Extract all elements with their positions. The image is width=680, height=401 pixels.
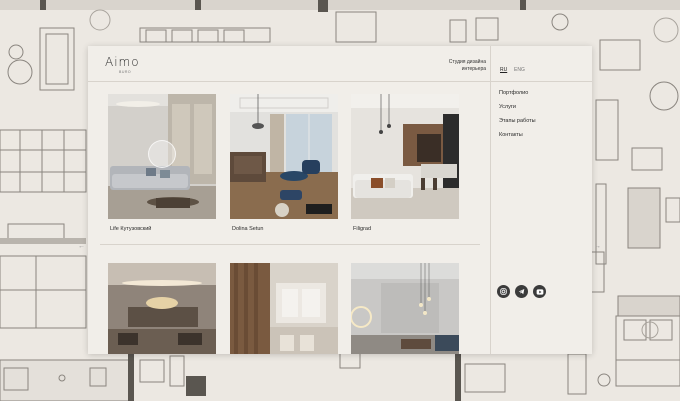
project-card-3[interactable]: Filigrad <box>351 94 459 239</box>
project-title-1: Life Кутузовский <box>110 226 152 232</box>
sidebar-divider <box>490 46 491 354</box>
project-title-2: Dolina Setun <box>232 226 264 232</box>
project-photo-5 <box>230 263 338 354</box>
lang-en[interactable]: ENG <box>514 67 525 73</box>
project-title-3: Filigrad <box>353 226 372 232</box>
carousel-next-arrow[interactable]: → <box>594 243 601 250</box>
project-card-4[interactable] <box>108 263 216 354</box>
main-nav: Портфолио Услуги Этапы работы Контакты <box>499 90 536 146</box>
lang-ru[interactable]: RU <box>500 67 507 73</box>
nav-item-portfolio[interactable]: Портфолио <box>499 90 536 104</box>
studio-tagline: Студия дизайна интерьера <box>448 59 486 72</box>
nav-item-contacts[interactable]: Контакты <box>499 132 536 146</box>
row-divider <box>100 244 480 245</box>
nav-item-stages[interactable]: Этапы работы <box>499 118 536 132</box>
website-window: Aimo BURO Студия дизайна интерьера RU EN… <box>88 46 592 354</box>
nav-item-services[interactable]: Услуги <box>499 104 536 118</box>
project-photo-4 <box>108 263 216 354</box>
project-card-1[interactable]: Life Кутузовский <box>108 94 216 239</box>
hover-circle <box>148 140 176 168</box>
project-card-6[interactable] <box>351 263 459 354</box>
carousel-prev-arrow[interactable]: ← <box>78 243 85 250</box>
project-photo-6 <box>351 263 459 354</box>
project-photo-1 <box>108 94 216 219</box>
site-header: Aimo BURO Студия дизайна интерьера <box>88 46 592 82</box>
project-photo-2 <box>230 94 338 219</box>
instagram-button[interactable] <box>497 285 510 298</box>
project-card-2[interactable]: Dolina Setun <box>230 94 338 239</box>
youtube-icon <box>536 288 543 295</box>
telegram-icon <box>518 289 525 295</box>
project-card-5[interactable] <box>230 263 338 354</box>
telegram-button[interactable] <box>515 285 528 298</box>
instagram-icon <box>500 288 507 295</box>
brand-logo[interactable]: Aimo <box>105 55 140 69</box>
youtube-button[interactable] <box>533 285 546 298</box>
project-photo-3 <box>351 94 459 219</box>
brand-subtitle: BURO <box>119 70 132 74</box>
